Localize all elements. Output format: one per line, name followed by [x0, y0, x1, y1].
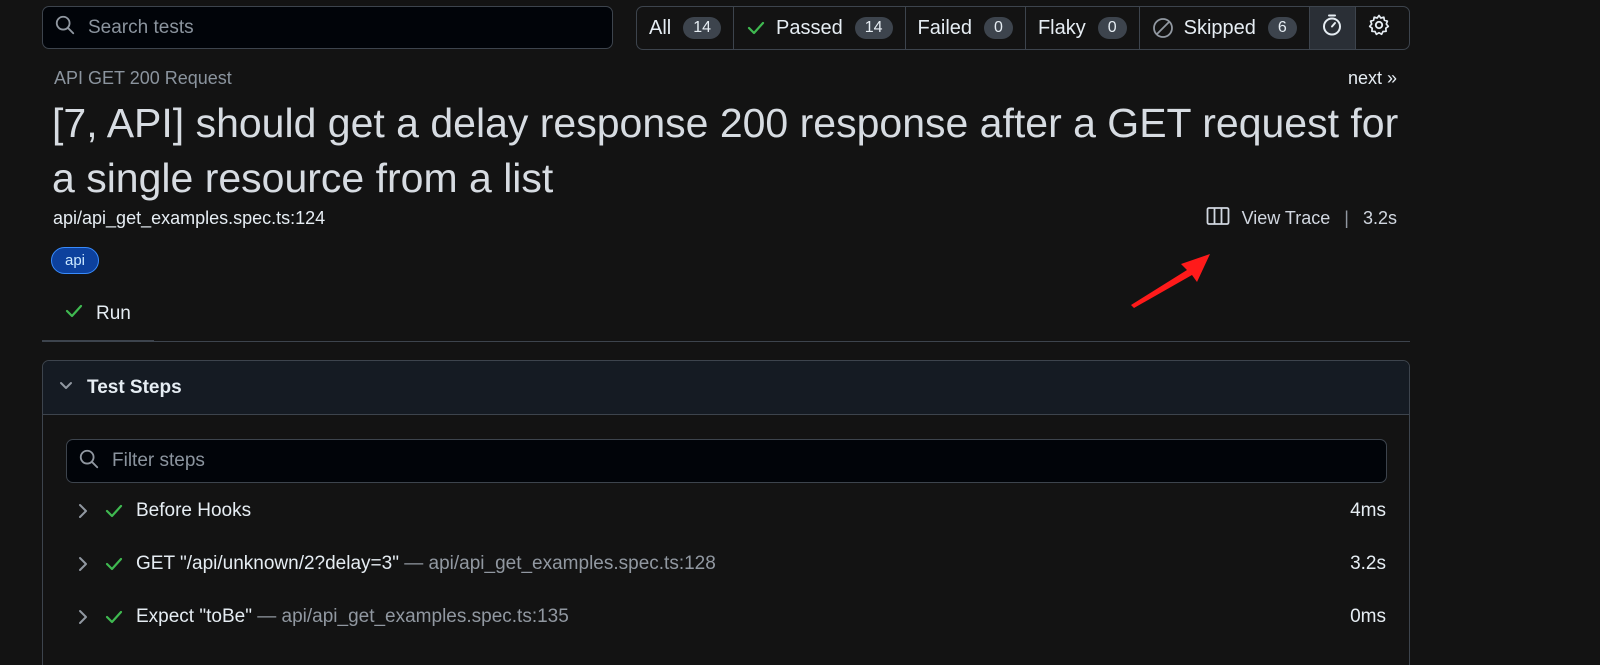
step-title: Before Hooks — [136, 500, 251, 522]
step-title-text: Before Hooks — [136, 500, 252, 521]
status-filter-bar: All 14 Passed 14 Failed 0 Flaky 0 Skippe… — [636, 6, 1410, 50]
step-row[interactable]: GET "/api/unknown/2?delay=3" — api/api_g… — [43, 544, 1409, 584]
skip-icon — [1152, 17, 1174, 39]
gear-icon — [1367, 13, 1391, 43]
result-tabs: Run — [42, 287, 1410, 342]
step-row[interactable]: Before Hooks 4ms — [43, 491, 1409, 531]
filter-all[interactable]: All 14 — [637, 7, 735, 49]
filter-failed[interactable]: Failed 0 — [906, 7, 1026, 49]
chevron-right-icon — [75, 608, 91, 626]
check-icon — [746, 18, 766, 38]
suite-name: API GET 200 Request — [54, 68, 232, 88]
search-icon — [67, 448, 100, 475]
step-title: Expect "toBe" — api/api_get_examples.spe… — [136, 606, 569, 628]
next-link[interactable]: next » — [1348, 68, 1397, 89]
filter-steps-box[interactable] — [66, 439, 1387, 483]
step-location[interactable]: — api/api_get_examples.spec.ts:135 — [252, 606, 569, 627]
tag-badge[interactable]: api — [51, 247, 100, 274]
step-title-text: GET "/api/unknown/2?delay=3" — [136, 553, 399, 574]
test-steps-title: Test Steps — [87, 376, 182, 398]
filter-passed-label: Passed — [776, 16, 843, 39]
test-steps-header[interactable]: Test Steps — [43, 361, 1409, 415]
step-duration: 4ms — [1350, 500, 1386, 521]
check-icon — [104, 554, 124, 574]
check-icon — [104, 501, 124, 521]
stopwatch-icon — [1320, 13, 1344, 43]
view-trace-label: View Trace — [1241, 208, 1331, 228]
trace-icon — [1206, 206, 1242, 231]
tab-run[interactable]: Run — [42, 287, 154, 342]
view-trace-link[interactable]: View Trace — [1206, 206, 1331, 231]
filter-failed-label: Failed — [917, 16, 973, 39]
filter-flaky-count: 0 — [1097, 17, 1127, 39]
test-file-location[interactable]: api/api_get_examples.spec.ts:124 — [53, 208, 325, 229]
filter-steps-input[interactable] — [112, 440, 1386, 482]
filter-flaky[interactable]: Flaky 0 — [1026, 7, 1140, 49]
search-icon — [43, 14, 76, 41]
chevron-right-icon — [75, 555, 91, 573]
page-title: [7, API] should get a delay response 200… — [52, 100, 1399, 201]
filter-all-count: 14 — [683, 17, 722, 39]
check-icon — [104, 607, 124, 627]
step-location[interactable]: — api/api_get_examples.spec.ts:128 — [399, 553, 716, 574]
chevron-down-icon — [57, 376, 87, 399]
chevron-right-icon — [75, 502, 91, 520]
search-input[interactable] — [88, 7, 612, 48]
filter-passed-count: 14 — [854, 17, 893, 39]
settings-button[interactable] — [1356, 7, 1402, 49]
filter-skipped-label: Skipped — [1183, 16, 1256, 39]
test-duration: 3.2s — [1362, 208, 1397, 228]
filter-flaky-label: Flaky — [1037, 16, 1086, 39]
trace-area: View Trace | 3.2s — [1206, 206, 1397, 231]
filter-skipped[interactable]: Skipped 6 — [1140, 7, 1310, 49]
filter-failed-count: 0 — [984, 17, 1013, 39]
test-steps-panel: Test Steps Before Hooks 4ms GET "/api/un… — [42, 360, 1410, 665]
step-duration: 3.2s — [1350, 553, 1386, 574]
stopwatch-button[interactable] — [1309, 7, 1356, 49]
step-duration: 0ms — [1350, 606, 1386, 627]
filter-skipped-count: 6 — [1267, 17, 1297, 39]
tab-run-label: Run — [96, 302, 131, 324]
step-title-text: Expect "toBe" — [136, 606, 252, 627]
step-title: GET "/api/unknown/2?delay=3" — api/api_g… — [136, 553, 716, 575]
search-box[interactable] — [42, 6, 613, 49]
check-icon — [64, 301, 96, 327]
filter-passed[interactable]: Passed 14 — [734, 7, 906, 49]
step-row[interactable]: Expect "toBe" — api/api_get_examples.spe… — [43, 597, 1409, 637]
filter-all-label: All — [649, 16, 672, 39]
separator: | — [1344, 208, 1349, 228]
